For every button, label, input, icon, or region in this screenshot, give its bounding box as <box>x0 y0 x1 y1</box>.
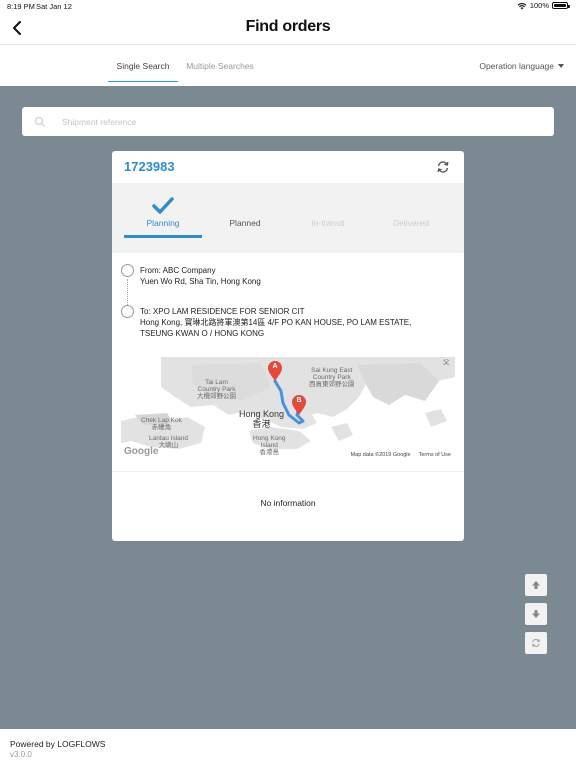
current-step-indicator <box>124 235 202 238</box>
footer: Powered by LOGFLOWS v3.0.0 <box>0 729 576 768</box>
divider <box>112 471 464 472</box>
map-label-sai-kung: Sai Kung East Country Park 西貢東郊野公園 <box>309 367 355 388</box>
origin-address: Yuen Wo Rd, Sha Tin, Hong Kong <box>140 277 261 286</box>
status-time: 8:19 PM <box>7 2 35 11</box>
destination-address-line2: TSEUNG KWAN O / HONG KONG <box>140 329 265 338</box>
refresh-icon <box>532 638 540 648</box>
destination-name: To: XPO LAM RESIDENCE FOR SENIOR CIT <box>140 307 305 316</box>
map-label-hong-kong: Hong Kong 香港 <box>239 409 285 429</box>
caret-down-icon <box>558 64 564 68</box>
step-planned: Planned <box>229 218 261 228</box>
route-connector <box>127 279 128 305</box>
step-delivered: Delivered <box>393 218 429 228</box>
order-refresh-button[interactable] <box>436 160 450 174</box>
google-logo: Google <box>124 446 159 457</box>
tab-single-search[interactable]: Single Search <box>108 45 178 87</box>
scroll-down-button[interactable] <box>525 603 547 625</box>
wifi-icon <box>517 2 527 9</box>
status-indicators: 100% <box>517 1 570 10</box>
scroll-up-button[interactable] <box>525 574 547 596</box>
refresh-icon <box>437 161 449 173</box>
battery-icon <box>552 2 570 9</box>
nav-bar: Find orders <box>0 12 576 44</box>
map-corner-glyph: 父 <box>443 359 450 366</box>
powered-by-text: Powered by LOGFLOWS <box>10 739 106 749</box>
map-label-chek-lap-kok: Chek Lap Kok 赤鱲角 <box>141 417 182 431</box>
status-bar: 8:19 PM Sat Jan 12 100% <box>0 0 576 12</box>
destination-address-line1: Hong Kong, 寶琳北路將軍澳第14區 4/F PO KAN HOUSE,… <box>140 318 412 327</box>
order-card: 1723983 Planning Planned In-transit Deli… <box>112 151 464 541</box>
route-map[interactable]: A B Tai Lam Country Park 大欖郊野公園 Sai Kung… <box>121 357 455 459</box>
map-terms-link[interactable]: Terms of Use <box>419 452 451 458</box>
arrow-up-icon <box>532 581 540 589</box>
main-content: 1723983 Planning Planned In-transit Deli… <box>0 86 576 729</box>
battery-percent: 100% <box>529 1 549 10</box>
marker-b-label: B <box>296 397 302 404</box>
map-data-label: Map data ©2019 Google <box>350 451 411 458</box>
shipment-reference-input[interactable] <box>62 116 512 127</box>
step-planning: Planning <box>146 218 180 228</box>
order-status-progress: Planning Planned In-transit Delivered <box>112 183 464 253</box>
refresh-button[interactable] <box>525 632 547 654</box>
map-attribution: Map data ©2019 Google Terms of Use <box>346 450 455 459</box>
map-label-hk-island: Hong Kong Island 香港島 <box>253 435 286 456</box>
checkmark-icon <box>152 197 174 214</box>
operation-language-select[interactable]: Operation language <box>479 45 564 87</box>
origin-radio[interactable] <box>121 264 134 277</box>
order-number: 1723983 <box>124 159 175 174</box>
step-in-transit: In-transit <box>311 218 345 228</box>
marker-a-label: A <box>272 363 278 370</box>
origin-name: From: ABC Company <box>140 266 216 275</box>
tab-multiple-searches[interactable]: Multiple Searches <box>182 45 258 87</box>
search-icon <box>34 116 46 128</box>
arrow-down-icon <box>532 610 540 618</box>
search-box[interactable] <box>22 107 554 136</box>
page-title: Find orders <box>245 18 331 35</box>
destination-radio[interactable] <box>121 305 134 318</box>
version-text: v3.0.0 <box>10 750 32 759</box>
operation-language-label: Operation language <box>479 61 554 71</box>
no-information-text: No information <box>260 498 316 508</box>
map-label-tai-lam: Tai Lam Country Park 大欖郊野公園 <box>197 379 236 400</box>
status-date: Sat Jan 12 <box>36 2 72 11</box>
search-mode-tabs: Single Search Multiple Searches Operatio… <box>0 44 576 86</box>
